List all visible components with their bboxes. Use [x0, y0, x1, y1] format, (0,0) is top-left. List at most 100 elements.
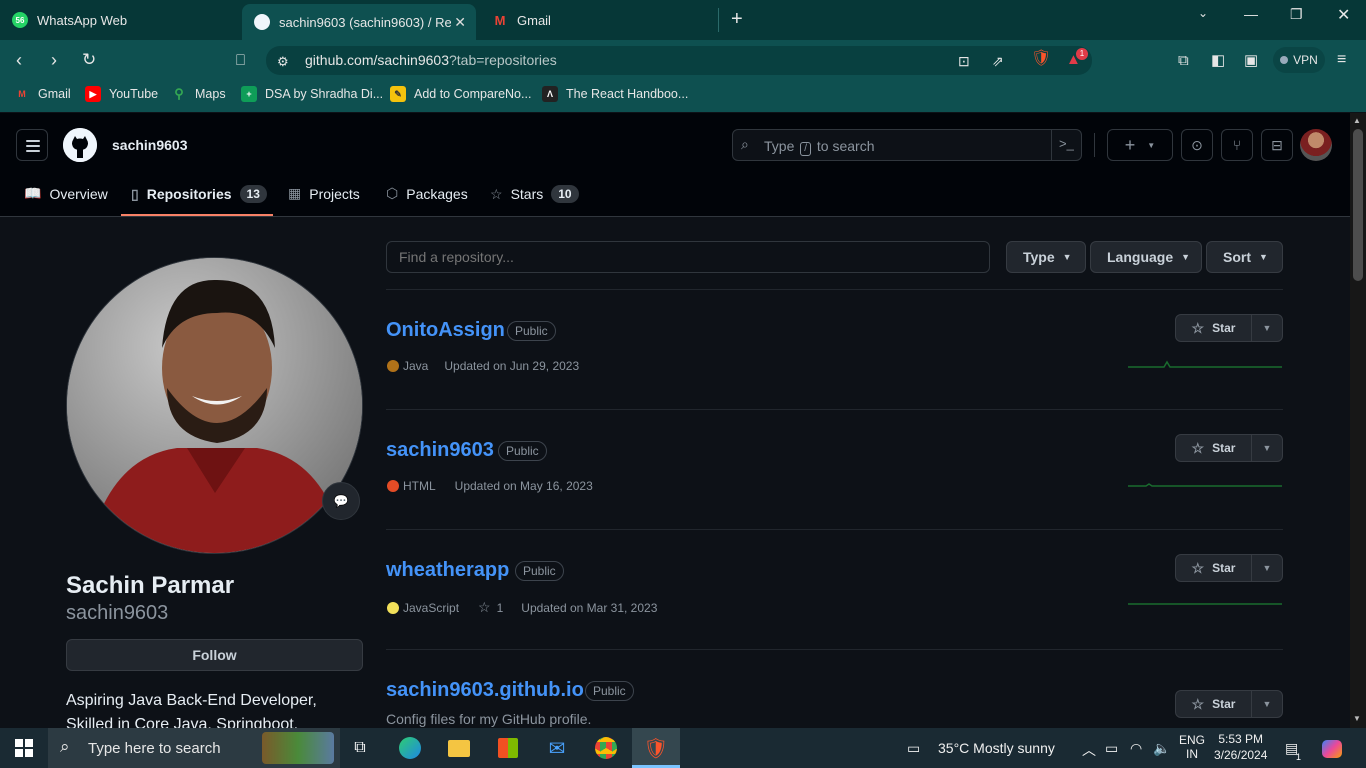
windows-start-icon[interactable] — [15, 739, 33, 757]
create-new-button[interactable]: + ▼ — [1107, 129, 1173, 161]
profile-username[interactable]: sachin9603 — [112, 137, 188, 153]
page-scrollbar[interactable] — [1350, 113, 1366, 728]
brave-taskbar-icon[interactable]: 🛡 — [642, 734, 670, 762]
tab-whatsapp[interactable]: 56 WhatsApp Web — [0, 4, 240, 36]
copilot-icon[interactable] — [1322, 740, 1342, 761]
star-toggle[interactable]: ☆ Star — [1176, 435, 1252, 461]
extensions-icon[interactable]: ⧉ — [1178, 50, 1189, 72]
share-icon[interactable]: ⇗ — [992, 50, 1004, 72]
close-tab-icon[interactable]: ✕ — [454, 14, 466, 31]
type-filter-dropdown[interactable]: Type ▼ — [1006, 241, 1086, 273]
repo-description: Config files for my GitHub profile. — [386, 711, 592, 727]
repo-language: JavaScript — [403, 600, 460, 615]
menu-bar — [26, 150, 40, 152]
profile-avatar[interactable] — [66, 257, 363, 554]
sort-dropdown[interactable]: Sort ▼ — [1206, 241, 1283, 273]
reload-icon[interactable]: ↻ — [82, 49, 96, 71]
star-toggle[interactable]: ☆ Star — [1176, 555, 1252, 581]
forward-icon[interactable]: › — [51, 49, 57, 71]
star-button[interactable]: ☆ Star ▼ — [1175, 554, 1283, 582]
star-label: Star — [1212, 561, 1236, 575]
restore-button[interactable]: ❐ — [1290, 6, 1303, 23]
wallet-icon[interactable]: ▣ — [1244, 50, 1258, 72]
tab-stars[interactable]: ☆ Stars 10 — [490, 185, 579, 203]
star-button[interactable]: ☆ Star ▼ — [1175, 434, 1283, 462]
vpn-button[interactable]: VPN — [1273, 47, 1325, 73]
repo-link-github-io[interactable]: sachin9603.github.io — [386, 679, 584, 702]
mail-icon[interactable]: ✉ — [543, 734, 571, 762]
github-logo-icon[interactable] — [63, 128, 97, 162]
star-list-dropdown[interactable]: ▼ — [1252, 315, 1282, 341]
bookmark-icon[interactable]: ⎕ — [236, 50, 245, 72]
tray-overflow-icon[interactable]: ︿ — [1082, 740, 1096, 760]
menu-icon[interactable]: ≡ — [1337, 49, 1346, 71]
back-icon[interactable]: ‹ — [16, 49, 22, 71]
new-tab-button[interactable]: + — [731, 8, 743, 31]
command-palette-icon[interactable]: >_ — [1059, 136, 1074, 151]
tab-github[interactable]: sachin9603 (sachin9603) / Repos ✕ — [242, 4, 476, 40]
task-view-icon[interactable]: ⧉ — [346, 734, 374, 762]
follow-button[interactable]: Follow — [66, 639, 363, 671]
star-button[interactable]: ☆ Star ▼ — [1175, 690, 1283, 718]
hamburger-menu-button[interactable] — [16, 129, 48, 161]
wifi-icon[interactable]: ◠ — [1130, 740, 1142, 757]
clock[interactable]: 5:53 PM 3/26/2024 — [1214, 732, 1267, 762]
bookmark-react-handbook[interactable]: Λ The React Handboo... — [542, 86, 688, 102]
weather-icon[interactable]: ▭ — [907, 740, 920, 757]
tab-overview[interactable]: 📖 Overview — [24, 185, 108, 202]
user-avatar[interactable] — [1300, 129, 1332, 161]
close-window-button[interactable]: ✕ — [1337, 5, 1350, 25]
store-logo — [498, 738, 518, 758]
star-list-dropdown[interactable]: ▼ — [1252, 555, 1282, 581]
microsoft-store-icon[interactable] — [494, 734, 522, 762]
url-text[interactable]: github.com/sachin9603?tab=repositories — [305, 52, 557, 68]
issues-button[interactable]: ⊙ — [1181, 129, 1213, 161]
search-placeholder: Type / to search — [764, 138, 875, 156]
bookmark-gmail[interactable]: M Gmail — [14, 86, 70, 102]
language-indicator[interactable]: ENG IN — [1179, 733, 1205, 761]
sidebar-icon[interactable]: ◧ — [1211, 50, 1225, 72]
tab-gmail[interactable]: M Gmail — [480, 4, 710, 36]
bookmark-youtube[interactable]: ▶ YouTube — [85, 86, 158, 102]
repo-link-onitoassign[interactable]: OnitoAssign — [386, 319, 505, 342]
file-explorer-icon[interactable] — [445, 734, 473, 762]
taskbar-search-box[interactable]: ⌕ Type here to search — [48, 728, 340, 768]
volume-icon[interactable]: 🔈 — [1153, 740, 1170, 757]
battery-icon[interactable]: ▭ — [1105, 740, 1118, 757]
star-label: Star — [1212, 441, 1236, 455]
site-info-icon[interactable]: ⚙ — [277, 51, 289, 73]
scroll-down-arrow-icon[interactable]: ▼ — [1353, 714, 1361, 723]
windows-logo — [15, 739, 33, 757]
search-input[interactable]: ⌕ Type / to search >_ — [732, 129, 1082, 161]
repo-link-wheatherapp[interactable]: wheatherapp — [386, 559, 509, 582]
tab-repositories[interactable]: ▯ Repositories 13 — [131, 185, 267, 203]
tab-search-icon[interactable]: ⌄ — [1198, 6, 1208, 20]
bookmark-dsa[interactable]: + DSA by Shradha Di... — [241, 86, 383, 102]
find-repository-input[interactable] — [386, 241, 990, 273]
install-app-icon[interactable]: ⊡ — [958, 50, 970, 72]
star-list-dropdown[interactable]: ▼ — [1252, 435, 1282, 461]
list-divider — [386, 289, 1283, 290]
inbox-button[interactable]: ⊟ — [1261, 129, 1293, 161]
weather-widget[interactable]: 35°C Mostly sunny — [938, 740, 1055, 756]
set-status-button[interactable]: 💬 — [322, 482, 360, 520]
pull-requests-button[interactable]: ⑂ — [1221, 129, 1253, 161]
star-list-dropdown[interactable]: ▼ — [1252, 691, 1282, 717]
scrollbar-thumb[interactable] — [1353, 129, 1363, 281]
tab-packages[interactable]: ⬡ Packages — [386, 185, 468, 202]
chrome-icon[interactable] — [592, 734, 620, 762]
star-button[interactable]: ☆ Star ▼ — [1175, 314, 1283, 342]
brave-shields-icon[interactable]: 🛡 — [1031, 48, 1051, 70]
repo-link-sachin9603[interactable]: sachin9603 — [386, 439, 494, 462]
minimize-button[interactable]: — — [1244, 6, 1258, 22]
language-filter-dropdown[interactable]: Language ▼ — [1090, 241, 1202, 273]
scroll-up-arrow-icon[interactable]: ▲ — [1353, 116, 1361, 125]
edge-icon[interactable] — [396, 734, 424, 762]
tab-projects[interactable]: ▦ Projects — [288, 185, 360, 202]
star-toggle[interactable]: ☆ Star — [1176, 315, 1252, 341]
bookmark-comparenow[interactable]: ✎ Add to CompareNo... — [390, 86, 531, 102]
star-toggle[interactable]: ☆ Star — [1176, 691, 1252, 717]
bookmark-maps[interactable]: ⚲ Maps — [171, 86, 225, 102]
git-pull-request-icon: ⑂ — [1232, 137, 1242, 153]
stargazers-count[interactable]: 1 — [497, 601, 504, 615]
